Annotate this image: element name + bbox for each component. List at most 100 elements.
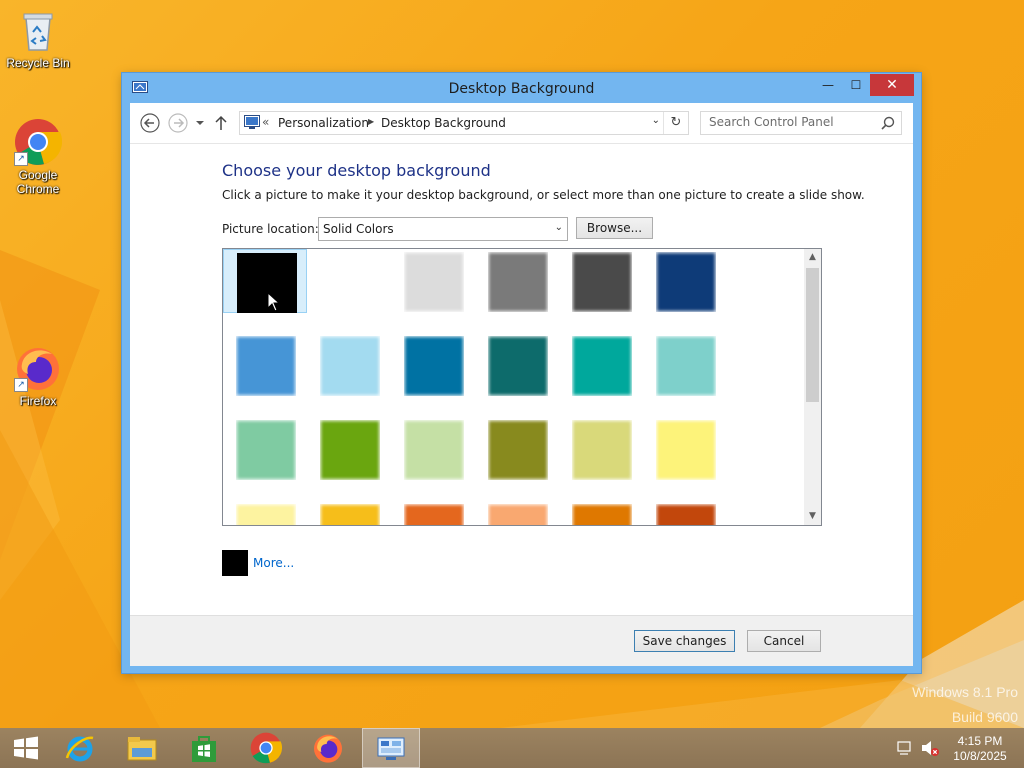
color-swatch-cell[interactable] (307, 501, 391, 525)
taskbar-control-panel-active[interactable] (362, 728, 420, 768)
refresh-icon[interactable]: ↻ (663, 112, 688, 134)
firefox-icon (314, 734, 342, 763)
color-swatch[interactable] (236, 420, 296, 480)
address-dropdown-icon[interactable]: ⌄ (652, 115, 660, 126)
taskbar-firefox[interactable] (300, 728, 358, 768)
breadcrumb-separator-icon[interactable]: ▶ (368, 117, 374, 126)
windows-logo-icon (14, 736, 38, 760)
search-input[interactable] (701, 112, 887, 132)
address-bar[interactable]: « Personalization ▶ Desktop Background ⌄… (239, 111, 689, 135)
color-swatch[interactable] (236, 336, 296, 396)
color-swatch[interactable] (236, 504, 296, 525)
title-bar[interactable]: Desktop Background — ☐ ✕ (122, 73, 921, 103)
color-swatch-cell[interactable] (475, 333, 559, 397)
color-swatch-cell[interactable] (559, 333, 643, 397)
start-button[interactable] (0, 728, 58, 768)
color-swatch-cell[interactable] (307, 249, 391, 313)
desktop-icon-firefox[interactable]: ↗ Firefox (0, 344, 76, 408)
color-swatch-cell[interactable] (307, 333, 391, 397)
color-swatch-cell[interactable] (643, 501, 727, 525)
color-swatch-cell[interactable] (475, 417, 559, 481)
scroll-up-icon[interactable]: ▲ (804, 249, 821, 266)
color-swatch[interactable] (404, 504, 464, 525)
shortcut-arrow-icon: ↗ (14, 378, 28, 392)
back-icon[interactable] (140, 113, 160, 133)
color-swatch-cell[interactable] (475, 249, 559, 313)
color-swatch[interactable] (572, 252, 632, 312)
scroll-thumb[interactable] (806, 268, 819, 402)
color-swatch[interactable] (656, 504, 716, 525)
color-swatch-cell[interactable] (223, 501, 307, 525)
browse-button[interactable]: Browse... (576, 217, 653, 239)
breadcrumb-personalization[interactable]: Personalization (278, 116, 369, 130)
up-arrow-icon[interactable] (214, 113, 228, 133)
color-swatch-cell[interactable] (391, 417, 475, 481)
more-color-preview[interactable] (222, 550, 248, 576)
search-box[interactable] (700, 111, 902, 135)
volume-muted-icon[interactable] (920, 739, 940, 757)
color-swatch[interactable] (404, 252, 464, 312)
color-swatch-cell[interactable] (643, 249, 727, 313)
action-center-flag-icon[interactable] (896, 739, 914, 757)
taskbar-internet-explorer[interactable] (52, 728, 110, 768)
file-explorer-icon (127, 737, 157, 761)
save-changes-button[interactable]: Save changes (634, 630, 735, 652)
color-swatch[interactable] (320, 420, 380, 480)
color-swatch-cell[interactable] (391, 249, 475, 313)
color-swatch-cell[interactable] (559, 417, 643, 481)
taskbar-google-chrome[interactable] (238, 728, 296, 768)
color-swatch[interactable] (572, 504, 632, 525)
color-swatch-cell[interactable] (559, 249, 643, 313)
maximize-button[interactable]: ☐ (842, 74, 870, 96)
minimize-button[interactable]: — (814, 74, 842, 96)
color-swatch[interactable] (488, 420, 548, 480)
color-swatch[interactable] (404, 420, 464, 480)
more-colors-link[interactable]: More... (253, 556, 294, 570)
desktop-icon-label: Firefox (19, 394, 57, 408)
color-swatch[interactable] (572, 336, 632, 396)
taskbar-clock[interactable]: 4:15 PM 10/8/2025 (940, 734, 1020, 764)
color-swatch[interactable] (656, 420, 716, 480)
chrome-icon (250, 732, 282, 764)
breadcrumb-desktop-background[interactable]: Desktop Background (381, 116, 506, 130)
recycle-bin-icon (14, 6, 62, 54)
taskbar-store[interactable] (176, 728, 234, 768)
picture-location-label: Picture location: (222, 222, 319, 236)
recent-locations-chevron-icon[interactable] (194, 113, 206, 133)
close-button[interactable]: ✕ (870, 74, 914, 96)
color-swatch-cell[interactable] (475, 501, 559, 525)
color-swatch[interactable] (572, 420, 632, 480)
color-swatch-cell[interactable] (223, 249, 307, 313)
color-swatch[interactable] (320, 336, 380, 396)
vertical-scrollbar[interactable]: ▲ ▼ (804, 249, 821, 525)
desktop-icon-recycle-bin[interactable]: Recycle Bin (0, 6, 76, 70)
color-swatch-cell[interactable] (223, 333, 307, 397)
color-swatch-cell[interactable] (643, 333, 727, 397)
color-swatch-cell[interactable] (307, 417, 391, 481)
color-swatch-cell[interactable] (559, 501, 643, 525)
color-swatch[interactable] (488, 336, 548, 396)
color-swatch-cell[interactable] (643, 417, 727, 481)
desktop-icon-google-chrome[interactable]: ↗ Google Chrome (0, 118, 76, 196)
address-overflow-chevron[interactable]: « (262, 115, 269, 129)
cancel-button[interactable]: Cancel (747, 630, 821, 652)
color-swatch[interactable] (488, 252, 548, 312)
taskbar-file-explorer[interactable] (114, 728, 172, 768)
color-swatch-cell[interactable] (391, 501, 475, 525)
color-swatch[interactable] (320, 504, 380, 525)
color-swatch[interactable] (656, 252, 716, 312)
color-swatch-cell[interactable] (223, 417, 307, 481)
picture-location-select[interactable]: Solid Colors ⌄ (318, 217, 568, 241)
search-icon[interactable] (881, 116, 895, 130)
color-swatch-cell[interactable] (391, 333, 475, 397)
color-swatch[interactable] (404, 336, 464, 396)
chevron-down-icon[interactable]: ⌄ (555, 222, 563, 233)
store-icon (192, 736, 216, 762)
forward-icon[interactable] (168, 113, 188, 133)
clock-date: 10/8/2025 (953, 749, 1007, 763)
color-swatch[interactable] (320, 252, 380, 312)
color-swatch[interactable] (656, 336, 716, 396)
scroll-down-icon[interactable]: ▼ (804, 508, 821, 525)
color-swatch[interactable] (488, 504, 548, 525)
page-description: Click a picture to make it your desktop … (222, 188, 865, 202)
